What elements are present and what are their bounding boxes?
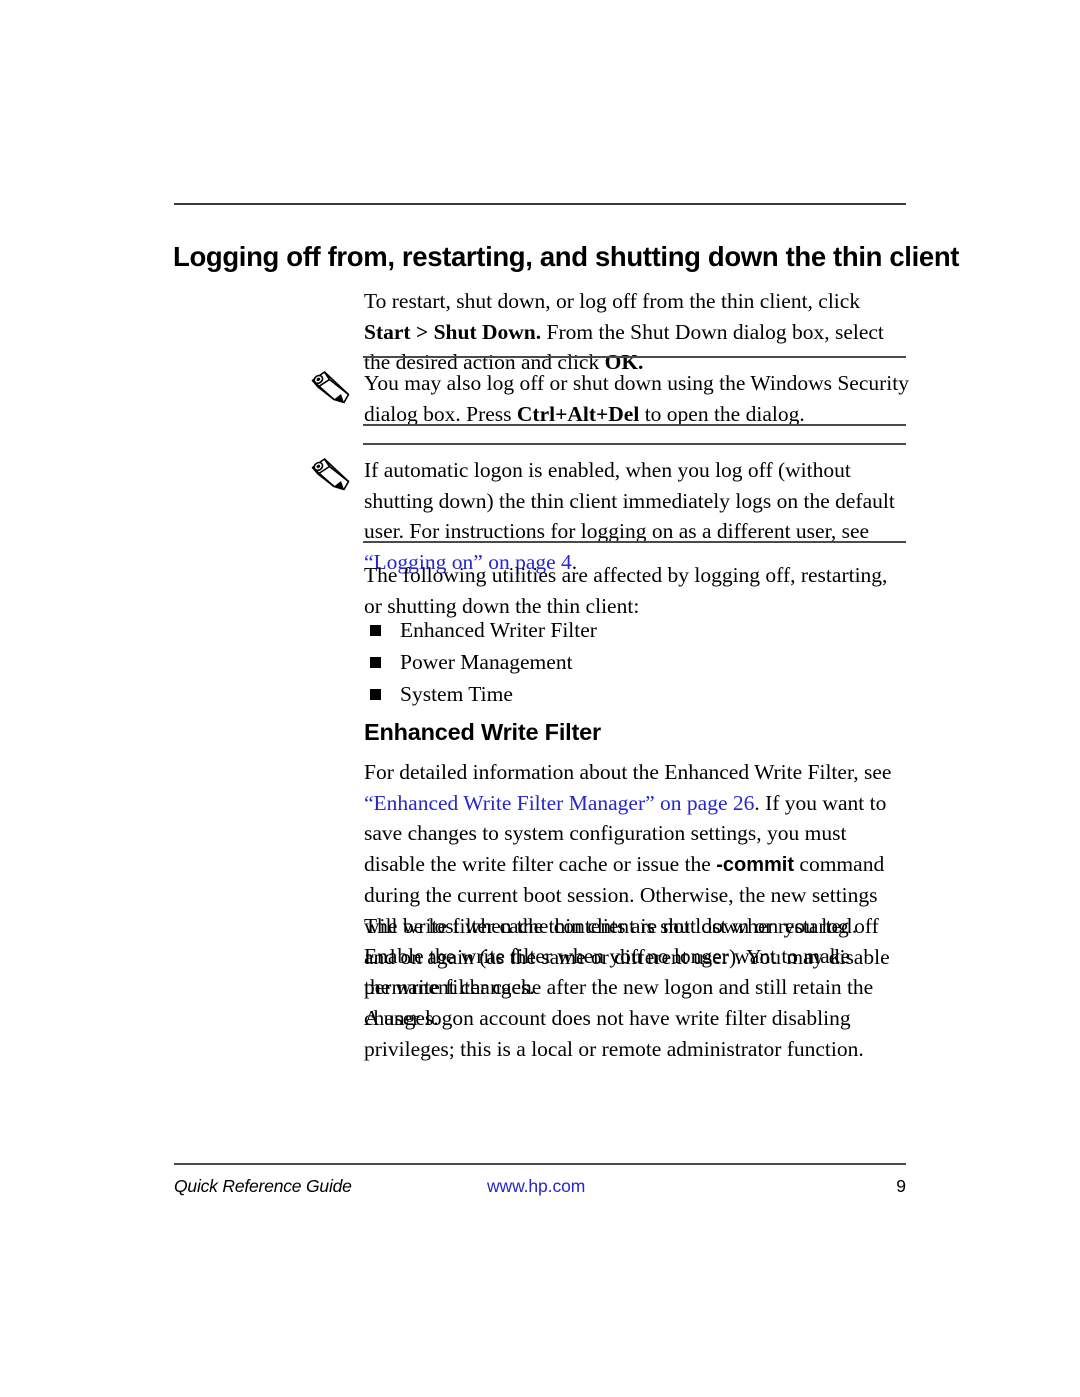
- note-2-rule-top: [363, 443, 906, 445]
- utilities-list: Enhanced Writer Filter Power Management …: [364, 614, 910, 710]
- note-1-bold-1: Ctrl+Alt+Del: [516, 401, 640, 426]
- note-2-rule-bottom: [363, 541, 906, 543]
- list-item-label: Power Management: [400, 650, 573, 674]
- square-bullet-icon: [370, 657, 381, 668]
- pencil-note-icon: [308, 455, 354, 495]
- footer-guide-title: Quick Reference Guide: [174, 1176, 352, 1196]
- list-item-label: Enhanced Writer Filter: [400, 618, 597, 642]
- commit-command-text: -commit: [716, 853, 795, 876]
- utilities-intro-paragraph: The following utilities are affected by …: [364, 563, 888, 618]
- list-item: Power Management: [364, 646, 910, 678]
- section-paragraph-3: A user logon account does not have write…: [364, 1006, 864, 1061]
- intro-paragraph: To restart, shut down, or log off from t…: [364, 286, 910, 378]
- list-item: Enhanced Writer Filter: [364, 614, 910, 646]
- ewf-manager-cross-reference-link[interactable]: “Enhanced Write Filter Manager” on page …: [364, 791, 754, 815]
- footer-website-link[interactable]: www.hp.com: [487, 1176, 585, 1197]
- section-p1-seg-1: For detailed information about the Enhan…: [364, 760, 892, 784]
- intro-bold-1: Start > Shut Down.: [364, 319, 542, 344]
- note-1-seg-2: to open the dialog.: [639, 401, 805, 426]
- note-1-text: You may also log off or shut down using …: [364, 368, 910, 429]
- note-2-text: If automatic logon is enabled, when you …: [364, 455, 910, 577]
- list-item: System Time: [364, 678, 910, 710]
- footer-rule: [174, 1163, 906, 1165]
- note-1-rule-bottom: [363, 424, 906, 426]
- note-1-rule-top: [363, 356, 906, 358]
- section-title: Enhanced Write Filter: [364, 719, 601, 745]
- page-title: Logging off from, restarting, and shutti…: [173, 241, 960, 272]
- footer-page-number: 9: [896, 1176, 906, 1196]
- header-rule: [174, 203, 906, 205]
- pencil-note-icon: [308, 368, 354, 408]
- list-item-label: System Time: [400, 682, 513, 706]
- note-2-seg-1: If automatic logon is enabled, when you …: [364, 458, 895, 543]
- square-bullet-icon: [370, 625, 381, 636]
- intro-text-1: To restart, shut down, or log off from t…: [364, 289, 861, 313]
- document-page: Logging off from, restarting, and shutti…: [0, 0, 1080, 1397]
- square-bullet-icon: [370, 689, 381, 700]
